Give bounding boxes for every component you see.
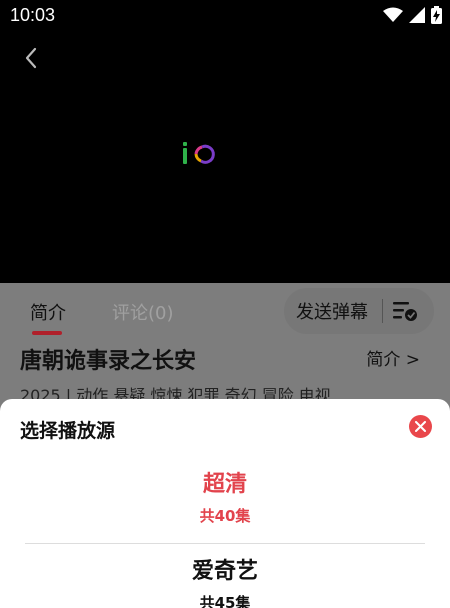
source-option-chaoqing[interactable]: 超清 共40集 bbox=[0, 466, 450, 526]
status-time: 10:03 bbox=[10, 5, 56, 25]
tab-comments[interactable]: 评论(0) bbox=[112, 299, 174, 325]
signal-icon bbox=[409, 7, 425, 23]
video-player[interactable] bbox=[0, 0, 450, 283]
tab-bar: 简介 评论(0) 发送弹幕 bbox=[0, 283, 450, 335]
close-button[interactable] bbox=[409, 415, 432, 438]
back-arrow-icon bbox=[25, 47, 37, 69]
danmaku-settings-icon[interactable] bbox=[392, 299, 418, 323]
send-danmaku-button[interactable]: 发送弹幕 bbox=[284, 288, 434, 334]
close-icon bbox=[415, 421, 426, 432]
source-episode-count: 共45集 bbox=[199, 594, 251, 608]
source-name: 超清 bbox=[202, 472, 247, 497]
loading-logo-icon bbox=[180, 140, 220, 168]
tab-intro[interactable]: 简介 bbox=[30, 299, 66, 325]
source-name: 爱奇艺 bbox=[191, 559, 258, 584]
select-source-sheet: 选择播放源 超清 共40集 爱奇艺 共45集 bbox=[0, 399, 450, 608]
source-divider bbox=[25, 543, 425, 544]
status-bar: 10:03 bbox=[0, 0, 450, 32]
danmaku-divider bbox=[382, 299, 383, 323]
back-button[interactable] bbox=[18, 44, 46, 72]
intro-link[interactable]: 简介 > bbox=[366, 345, 420, 370]
show-title: 唐朝诡事录之长安 bbox=[20, 349, 197, 374]
source-episode-count: 共40集 bbox=[199, 507, 251, 525]
send-danmaku-label: 发送弹幕 bbox=[296, 302, 368, 323]
battery-icon bbox=[431, 6, 442, 24]
active-tab-indicator bbox=[32, 331, 62, 335]
sheet-title: 选择播放源 bbox=[20, 420, 116, 442]
wifi-icon bbox=[383, 7, 403, 22]
source-option-iqiyi[interactable]: 爱奇艺 共45集 bbox=[0, 553, 450, 608]
